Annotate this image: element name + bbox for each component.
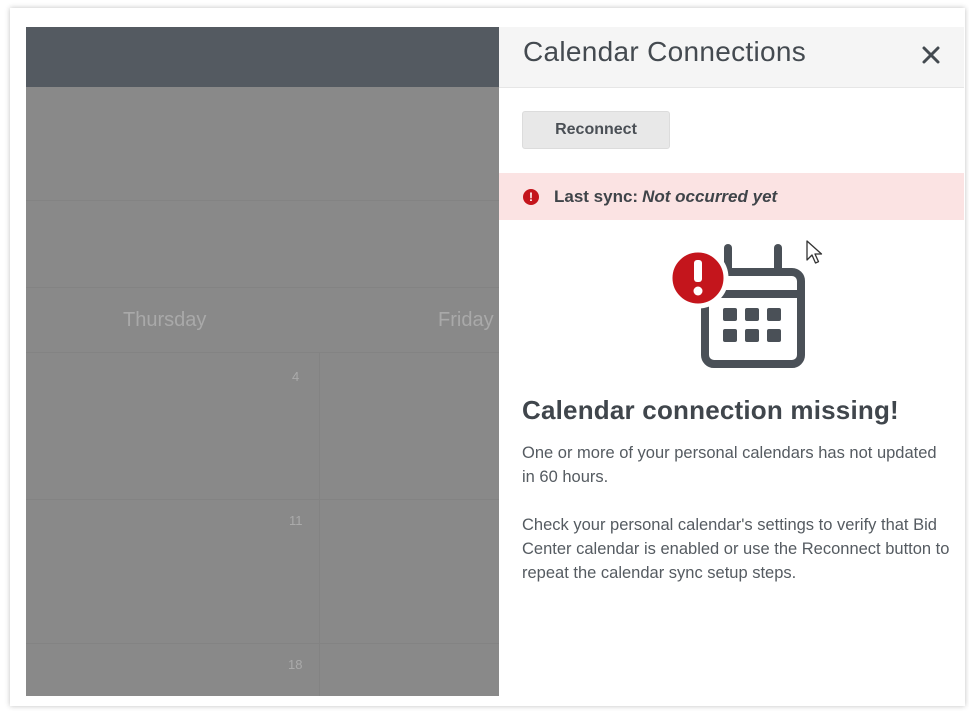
calendar-alert-icon [667, 244, 805, 368]
calendar-divider [26, 200, 499, 201]
calendar-column-divider [319, 352, 320, 696]
calendar-divider [26, 287, 499, 288]
panel-title: Calendar Connections [523, 36, 807, 67]
calendar-divider [26, 499, 499, 500]
info-paragraph-2: Check your personal calendar's settings … [522, 516, 950, 582]
sync-label: Last sync: [554, 186, 639, 206]
connection-missing-heading: Calendar connection missing! [522, 395, 899, 425]
date-cell-number: 18 [288, 657, 303, 672]
calendar-background: Thursday Friday 4 11 18 [26, 27, 499, 696]
close-icon [922, 46, 940, 64]
info-paragraph-1: One or more of your personal calendars h… [522, 444, 937, 486]
reconnect-button[interactable]: Reconnect [522, 111, 670, 149]
date-cell-number: 11 [289, 513, 303, 528]
calendar-header-bar [26, 27, 499, 87]
calendar-connections-panel: Calendar Connections Reconnect ! Last sy… [499, 27, 964, 696]
alert-icon: ! [523, 188, 539, 205]
sync-status-alert: ! Last sync: Not occurred yet [499, 173, 964, 220]
date-cell-number: 4 [292, 369, 300, 384]
sync-status-text: Last sync: Not occurred yet [554, 187, 777, 207]
sync-value: Not occurred yet [642, 186, 778, 206]
day-header-friday: Friday [438, 309, 494, 331]
calendar-divider [26, 643, 499, 644]
calendar-divider [26, 352, 499, 353]
close-button[interactable] [915, 39, 947, 71]
mouse-cursor-icon [806, 240, 823, 264]
panel-header: Calendar Connections [499, 27, 964, 88]
day-header-thursday: Thursday [123, 309, 207, 331]
